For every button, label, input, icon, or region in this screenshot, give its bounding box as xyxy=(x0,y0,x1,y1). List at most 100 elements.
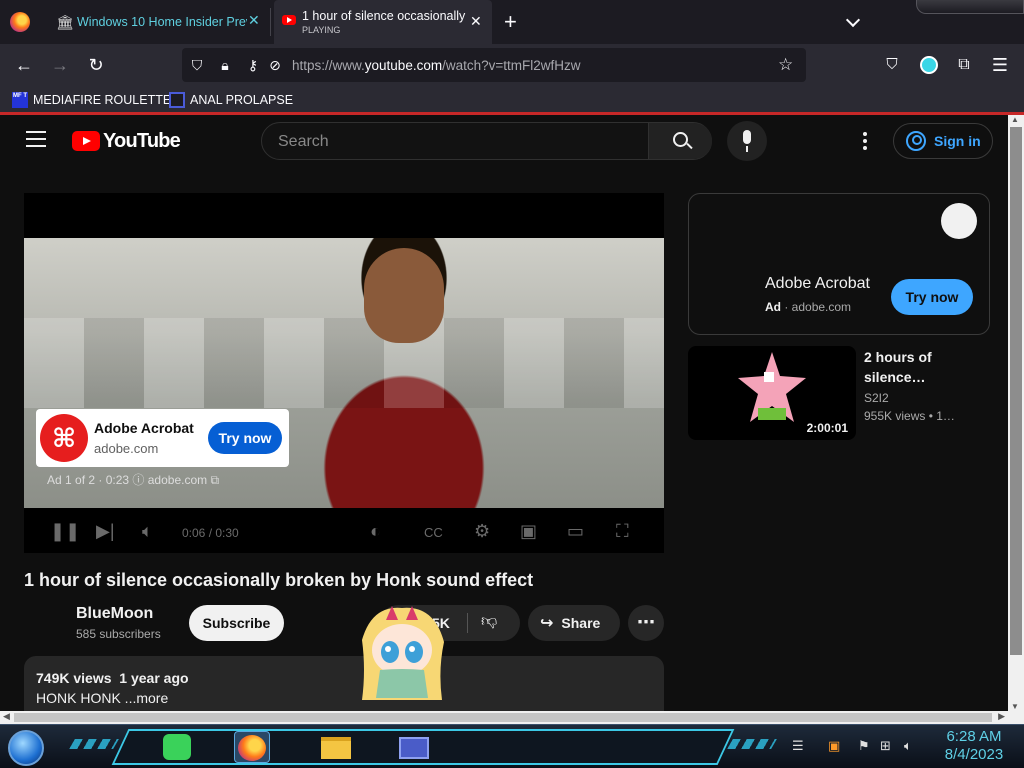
tab-close-icon[interactable]: ✕ xyxy=(248,12,260,29)
more-actions-icon[interactable]: ⋯ xyxy=(628,605,664,641)
scroll-up-arrow-icon[interactable]: ▲ xyxy=(1011,115,1019,124)
guide-menu-icon[interactable] xyxy=(26,131,46,149)
tab-close-icon[interactable]: ✕ xyxy=(470,13,482,30)
info-icon[interactable]: ⓘ xyxy=(132,473,147,487)
acrobat-logo-icon: ⌘ xyxy=(40,414,88,462)
youtube-page: YouTube Search Sign in ⌘ Adobe Acrobat a… xyxy=(0,115,1008,711)
bookmark-mediafire[interactable]: MF T MEDIAFIRE ROULETTER xyxy=(12,91,180,109)
sidebar-ad-domain: adobe.com xyxy=(791,300,852,314)
account-circle-icon xyxy=(906,131,926,151)
bookmark-label: ANAL PROLAPSE xyxy=(190,93,294,107)
recommended-meta: 955K views • 1… xyxy=(864,409,955,423)
account-avatar-icon[interactable] xyxy=(918,54,940,76)
vertical-scrollbar[interactable]: ▲ ▼ xyxy=(1008,115,1024,711)
next-icon[interactable]: ▶| xyxy=(96,521,115,542)
youtube-wordmark: YouTube xyxy=(103,129,181,152)
recommended-title[interactable]: 2 hours of silence… xyxy=(864,347,984,387)
url-bar[interactable]: ⛉ 🔒︎ ⚷ ⊘ https://www.youtube.com/watch?v… xyxy=(182,48,806,82)
ad-link[interactable]: adobe.com xyxy=(148,473,207,487)
search-icon[interactable] xyxy=(648,123,712,159)
firefox-icon[interactable] xyxy=(10,12,30,32)
pause-icon[interactable]: ❚❚ xyxy=(50,521,80,542)
volume-tray-icon[interactable]: 🔈︎ xyxy=(904,738,912,754)
settings-gear-icon[interactable]: ⚙ xyxy=(474,521,490,542)
theater-mode-icon[interactable]: ▭ xyxy=(567,521,584,542)
search-input[interactable]: Search xyxy=(278,133,329,151)
sidebar-ad-try-now-button[interactable]: Try now xyxy=(891,279,973,315)
action-center-flag-icon[interactable]: ⚑ xyxy=(858,738,870,754)
scrollbar-thumb[interactable] xyxy=(14,713,992,722)
firefox-taskbar-icon[interactable] xyxy=(234,731,270,763)
miniplayer-icon[interactable]: ▣ xyxy=(520,521,537,542)
forward-arrow-icon[interactable]: → xyxy=(49,54,71,76)
scroll-down-arrow-icon[interactable]: ▼ xyxy=(1011,702,1019,711)
recommended-age: 1… xyxy=(936,409,955,423)
captions-icon[interactable]: CC xyxy=(424,525,443,540)
tab-windows-10[interactable]: 🏛 Windows 10 Home Insider Preview ✕ xyxy=(44,0,270,44)
file-explorer-icon[interactable] xyxy=(318,731,354,763)
bookmarks-toolbar: MF T MEDIAFIRE ROULETTER ANAL PROLAPSE xyxy=(0,86,1024,112)
sign-in-button[interactable]: Sign in xyxy=(893,123,993,159)
autoplay-toggle[interactable]: ◐ xyxy=(370,521,381,542)
start-orb-icon[interactable] xyxy=(8,730,44,766)
share-button[interactable]: ↪ Share xyxy=(528,605,620,641)
sidebar-ad[interactable]: Adobe Acrobat Ad · adobe.com Try now xyxy=(688,193,990,335)
desktop-mascot-sticker[interactable] xyxy=(352,600,452,710)
settings-kebab-icon[interactable] xyxy=(863,132,869,150)
menu-hamburger-icon[interactable]: ☰ xyxy=(989,54,1011,76)
system-clock[interactable]: 6:28 AM 8/4/2023 xyxy=(936,728,1012,764)
tray-overflow-icon[interactable]: ☰ xyxy=(792,738,804,754)
channel-name[interactable]: BlueMoon xyxy=(76,605,153,623)
network-icon[interactable]: ⊞ xyxy=(880,738,891,754)
time-display: 0:06 / 0:30 xyxy=(182,526,239,540)
ad-label: Ad xyxy=(765,300,781,314)
youtube-logo[interactable]: YouTube xyxy=(72,129,181,152)
notes-app-icon[interactable] xyxy=(160,731,196,763)
share-arrow-icon: ↪ xyxy=(540,615,554,632)
volume-icon[interactable]: 🔈︎ xyxy=(142,521,153,542)
lock-icon[interactable]: 🔒︎ xyxy=(216,56,234,74)
fullscreen-icon[interactable]: ⛶ xyxy=(616,521,629,542)
tab-youtube[interactable]: 1 hour of silence occasionally broken by… xyxy=(274,0,492,44)
dislike-icon[interactable]: 👎︎ xyxy=(481,612,497,631)
extensions-icon[interactable]: ⧉ xyxy=(953,54,975,76)
description-text[interactable]: HONK HONK ...more xyxy=(36,690,168,706)
control-panel-icon[interactable] xyxy=(396,731,432,763)
video-frame[interactable] xyxy=(24,238,664,508)
voice-search-mic-icon[interactable] xyxy=(727,121,767,161)
tray-app-icon[interactable]: ▣ xyxy=(828,738,840,754)
video-thumbnail[interactable]: 2:00:01 xyxy=(688,346,856,440)
scroll-right-arrow-icon[interactable]: ▶ xyxy=(998,711,1005,722)
mediafire-icon: MF T xyxy=(12,92,28,108)
shield-icon[interactable]: ⛉ xyxy=(188,56,206,74)
taskbar-decoration xyxy=(727,739,777,749)
ad-domain: adobe.com xyxy=(94,441,159,456)
url-text[interactable]: https://www.youtube.com/watch?v=ttmFl2wf… xyxy=(292,58,581,73)
ad-try-now-button[interactable]: Try now xyxy=(208,422,282,454)
bookmark-icon xyxy=(169,92,185,108)
list-all-tabs-chevron-icon[interactable] xyxy=(846,13,862,29)
reload-icon[interactable]: ↻ xyxy=(85,54,107,76)
description-box[interactable]: 749K views 1 year ago HONK HONK ...more xyxy=(24,656,664,711)
video-player[interactable]: ⌘ Adobe Acrobat adobe.com Try now Ad 1 o… xyxy=(24,193,664,553)
horizontal-scrollbar[interactable]: ◀ ▶ xyxy=(0,711,1008,724)
player-ad-card[interactable]: ⌘ Adobe Acrobat adobe.com Try now xyxy=(36,409,289,467)
bookmark-star-icon[interactable]: ☆ xyxy=(778,55,793,75)
recommended-video[interactable]: 2:00:01 2 hours of silence… S2I2 955K vi… xyxy=(688,346,990,440)
new-tab-button[interactable]: + xyxy=(504,9,517,35)
clock-time: 6:28 AM xyxy=(946,728,1002,745)
ad-menu-circle[interactable] xyxy=(941,203,977,239)
bookmark-second[interactable]: ANAL PROLAPSE xyxy=(169,91,293,109)
autoplay-blocked-icon[interactable]: ⊘ xyxy=(266,56,284,74)
sidebar-ad-meta: Ad · adobe.com xyxy=(765,300,852,314)
scrollbar-thumb[interactable] xyxy=(1010,127,1022,655)
video-duration: 2:00:01 xyxy=(802,420,852,436)
pocket-icon[interactable]: ⛉ xyxy=(881,54,903,76)
subscribe-button[interactable]: Subscribe xyxy=(189,605,284,641)
theme-decoration xyxy=(916,0,1024,14)
back-arrow-icon[interactable]: ← xyxy=(13,54,35,76)
search-box[interactable]: Search xyxy=(261,122,712,160)
scroll-left-arrow-icon[interactable]: ◀ xyxy=(3,711,10,722)
permissions-icon[interactable]: ⚷ xyxy=(244,56,262,74)
recommended-channel[interactable]: S2I2 xyxy=(864,391,889,405)
